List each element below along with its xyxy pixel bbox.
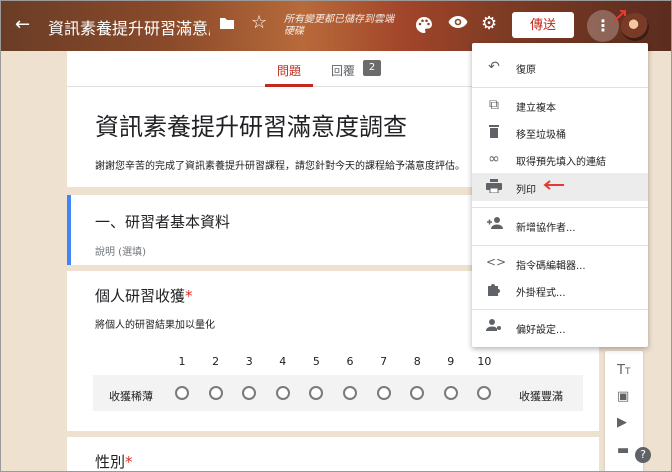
tab-questions[interactable]: 問題 [277,62,301,79]
scale-number: 5 [312,355,320,368]
menu-item-make-copy[interactable]: ⧉ 建立複本 [472,91,648,119]
menu-item-label: 指令碼編輯器... [516,261,586,272]
help-icon[interactable]: ? [635,447,651,463]
link-icon: ∞ [488,151,500,167]
scale-high-label: 收獲豐滿 [519,390,563,403]
add-image-icon[interactable]: ▣ [617,389,629,404]
menu-divider [472,309,648,310]
question-title[interactable]: 個人研習收獲* [95,285,193,306]
scale-number: 8 [413,355,421,368]
undo-icon: ↶ [488,59,500,75]
question-description[interactable]: 將個人的研習結果加以量化 [95,316,215,331]
menu-item-label: 取得預先填入的連結 [516,157,606,168]
menu-item-add-ons[interactable]: 外掛程式... [472,276,648,304]
scale-radio-9[interactable] [443,386,458,400]
add-video-icon[interactable]: ▶ [617,415,627,430]
responses-count-badge: 2 [363,60,381,76]
scale-low-label: 收獲稀薄 [109,390,153,403]
question-title-text: 個人研習收獲 [95,287,186,305]
scale-radio-4[interactable] [275,386,290,400]
scale-row [93,375,583,411]
print-icon [486,179,502,197]
menu-item-label: 外掛程式... [516,288,566,299]
section-description[interactable]: 說明 (選填) [95,243,146,258]
menu-item-add-collaborators[interactable]: 新增協作者... [472,211,648,239]
required-mark: * [125,453,133,471]
back-arrow-icon[interactable]: ← [15,16,30,34]
menu-divider [472,87,648,88]
menu-item-prefilled-link[interactable]: ∞ 取得預先填入的連結 [472,145,648,173]
menu-divider [472,245,648,246]
settings-gear-icon[interactable]: ⚙ [481,15,497,33]
trash-icon [486,124,502,142]
more-options-menu: ↶ 復原 ⧉ 建立複本 移至垃圾桶 ∞ 取得預先填入的連結 列印 新增協作者..… [472,43,648,347]
scale-number: 3 [245,355,253,368]
scale-number: 9 [447,355,455,368]
person-settings-icon [486,319,502,335]
avatar[interactable] [621,13,649,41]
annotation-arrow-icon [543,180,564,190]
form-document-title[interactable]: 資訊素養提升研習滿意度調 [48,15,210,39]
preview-eye-icon[interactable] [448,15,468,33]
scale-radio-1[interactable] [175,386,189,400]
code-icon: <> [486,255,507,269]
menu-item-label: 建立複本 [516,103,556,114]
form-title[interactable]: 資訊素養提升研習滿意度調查 [95,107,407,142]
puzzle-icon [486,282,502,300]
menu-item-label: 新增協作者... [516,223,576,234]
scale-radio-6[interactable] [343,386,357,400]
add-title-icon[interactable]: TT [617,363,630,378]
menu-item-label: 偏好設定... [516,325,566,336]
scale-radio-2[interactable] [208,386,223,400]
section-title[interactable]: 一、研習者基本資料 [95,211,230,232]
question-title[interactable]: 性別* [95,451,133,471]
copy-icon: ⧉ [489,97,499,113]
scale-number: 10 [477,355,492,368]
scale-number: 1 [178,355,186,368]
menu-item-label: 列印 [516,185,536,196]
scale-number: 7 [380,355,388,368]
add-section-icon[interactable]: ▬ [617,443,629,458]
scale-number: 4 [279,355,287,368]
menu-item-label: 復原 [516,65,536,76]
save-status: 所有變更都已儲存到雲端硬碟 [284,14,394,37]
add-people-icon [486,217,503,233]
menu-divider [472,207,648,208]
menu-item-label: 移至垃圾桶 [516,130,566,141]
menu-item-undo[interactable]: ↶ 復原 [472,53,648,81]
forms-editor-window: ← 資訊素養提升研習滿意度調 ☆ 所有變更都已儲存到雲端硬碟 ⚙ 傳送 ⋮ 問題… [0,0,672,472]
required-mark: * [185,287,193,305]
form-description[interactable]: 謝謝您辛苦的完成了資訊素養提升研習課程，請您針對今天的課程給予滿意度評估。 [95,157,465,172]
menu-item-script-editor[interactable]: <> 指令碼編輯器... [472,249,648,277]
folder-icon[interactable] [219,16,235,34]
palette-icon[interactable] [415,16,433,38]
tab-responses[interactable]: 回覆 [331,62,355,79]
question-title-text: 性別 [95,453,126,471]
scale-radio-7[interactable] [376,386,391,400]
star-icon[interactable]: ☆ [251,14,267,32]
menu-item-preferences[interactable]: 偏好設定... [472,313,648,341]
menu-item-trash[interactable]: 移至垃圾桶 [472,118,648,146]
question-card[interactable]: 性別* [67,437,599,471]
send-button[interactable]: 傳送 [512,12,574,38]
scale-number: 2 [212,355,220,368]
scale-number: 6 [346,355,354,368]
